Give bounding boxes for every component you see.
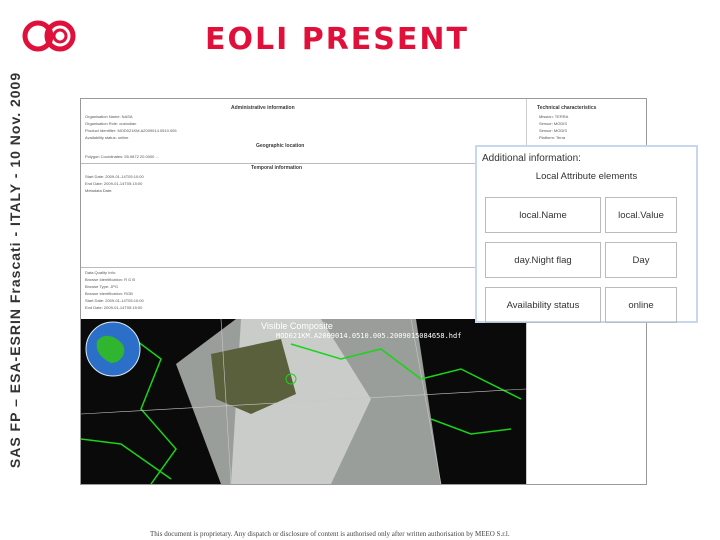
attr-name-header: local.Name [485,197,601,233]
technical-header: Technical characteristics [537,105,597,111]
technical-line: Platform: Terra [539,135,566,140]
technical-line: Mission: TERRA [539,114,569,119]
side-title: SAS FP – ESA-ESRIN Frascati - ITALY - 10… [0,0,30,540]
attr-name-cell: Availability status [485,287,601,323]
temporal-lines: Start Date: 2009-01-14T05:10:00 End Date… [85,173,144,194]
technical-line: Sensor: MODIS [539,128,568,133]
quality-line: Browse Identification: RGB [85,291,133,296]
side-title-text: SAS FP – ESA-ESRIN Frascati - ITALY - 10… [7,71,23,469]
satellite-browse-image: Visible Composite MOD021KM.A2009014.0510… [81,319,526,484]
satellite-caption: Visible Composite [261,321,333,331]
admin-header: Administrative information [231,105,295,111]
admin-lines: Organisation Name: NASA Organisation Rol… [85,113,177,141]
admin-line: Organisation Name: NASA [85,114,133,119]
slide-title: EOLI PRESENT [205,22,469,57]
attr-value-cell: online [605,287,677,323]
logo [22,20,76,52]
geo-header: Geographic location [256,143,305,149]
quality-line: Browse Type: JPG [85,284,119,289]
quality-line: End Date: 2009-01-14T05:15:00 [85,305,143,310]
technical-lines: Mission: TERRA Sensor: MODIS Sensor: MOD… [539,113,568,141]
section-divider [81,267,526,268]
quality-lines: Data Quality Info: Browse Identification… [85,269,144,311]
temporal-line: End Date: 2009-01-14T05:15:00 [85,181,143,186]
popup-title: Additional information: [482,153,581,164]
polygon-line: Polygon Coordinates: 55.9872 20.0000 … [85,154,160,159]
quality-line: Browse Identification: R G B [85,277,136,282]
quality-line: Data Quality Info: [85,270,116,275]
attr-value-header: local.Value [605,197,677,233]
admin-line: Organisation Role: custodian [85,121,137,126]
satellite-filename: MOD021KM.A2009014.0510.005.2009015084658… [276,332,462,340]
document-left-pane: Administrative information Organisation … [81,99,526,484]
admin-line: Product Identifier: MOD021KM.A2009014.05… [85,128,177,133]
temporal-line: Metadata Date: [85,188,113,193]
additional-information-popup: Additional information: Local Attribute … [475,145,698,323]
footer-disclaimer: This document is proprietary. Any dispat… [150,530,510,538]
satellite-image-graphic [81,319,526,484]
temporal-line: Start Date: 2009-01-14T05:10:00 [85,174,144,179]
attr-value-cell: Day [605,242,677,278]
temporal-header: Temporal information [251,165,303,171]
attr-name-cell: day.Night flag [485,242,601,278]
technical-line: Sensor: MODIS [539,121,568,126]
quality-line: Start Date: 2009-01-14T05:10:00 [85,298,144,303]
section-divider [81,163,526,164]
admin-line: Availability status: online [85,135,129,140]
popup-subtitle: Local Attribute elements [535,171,638,182]
